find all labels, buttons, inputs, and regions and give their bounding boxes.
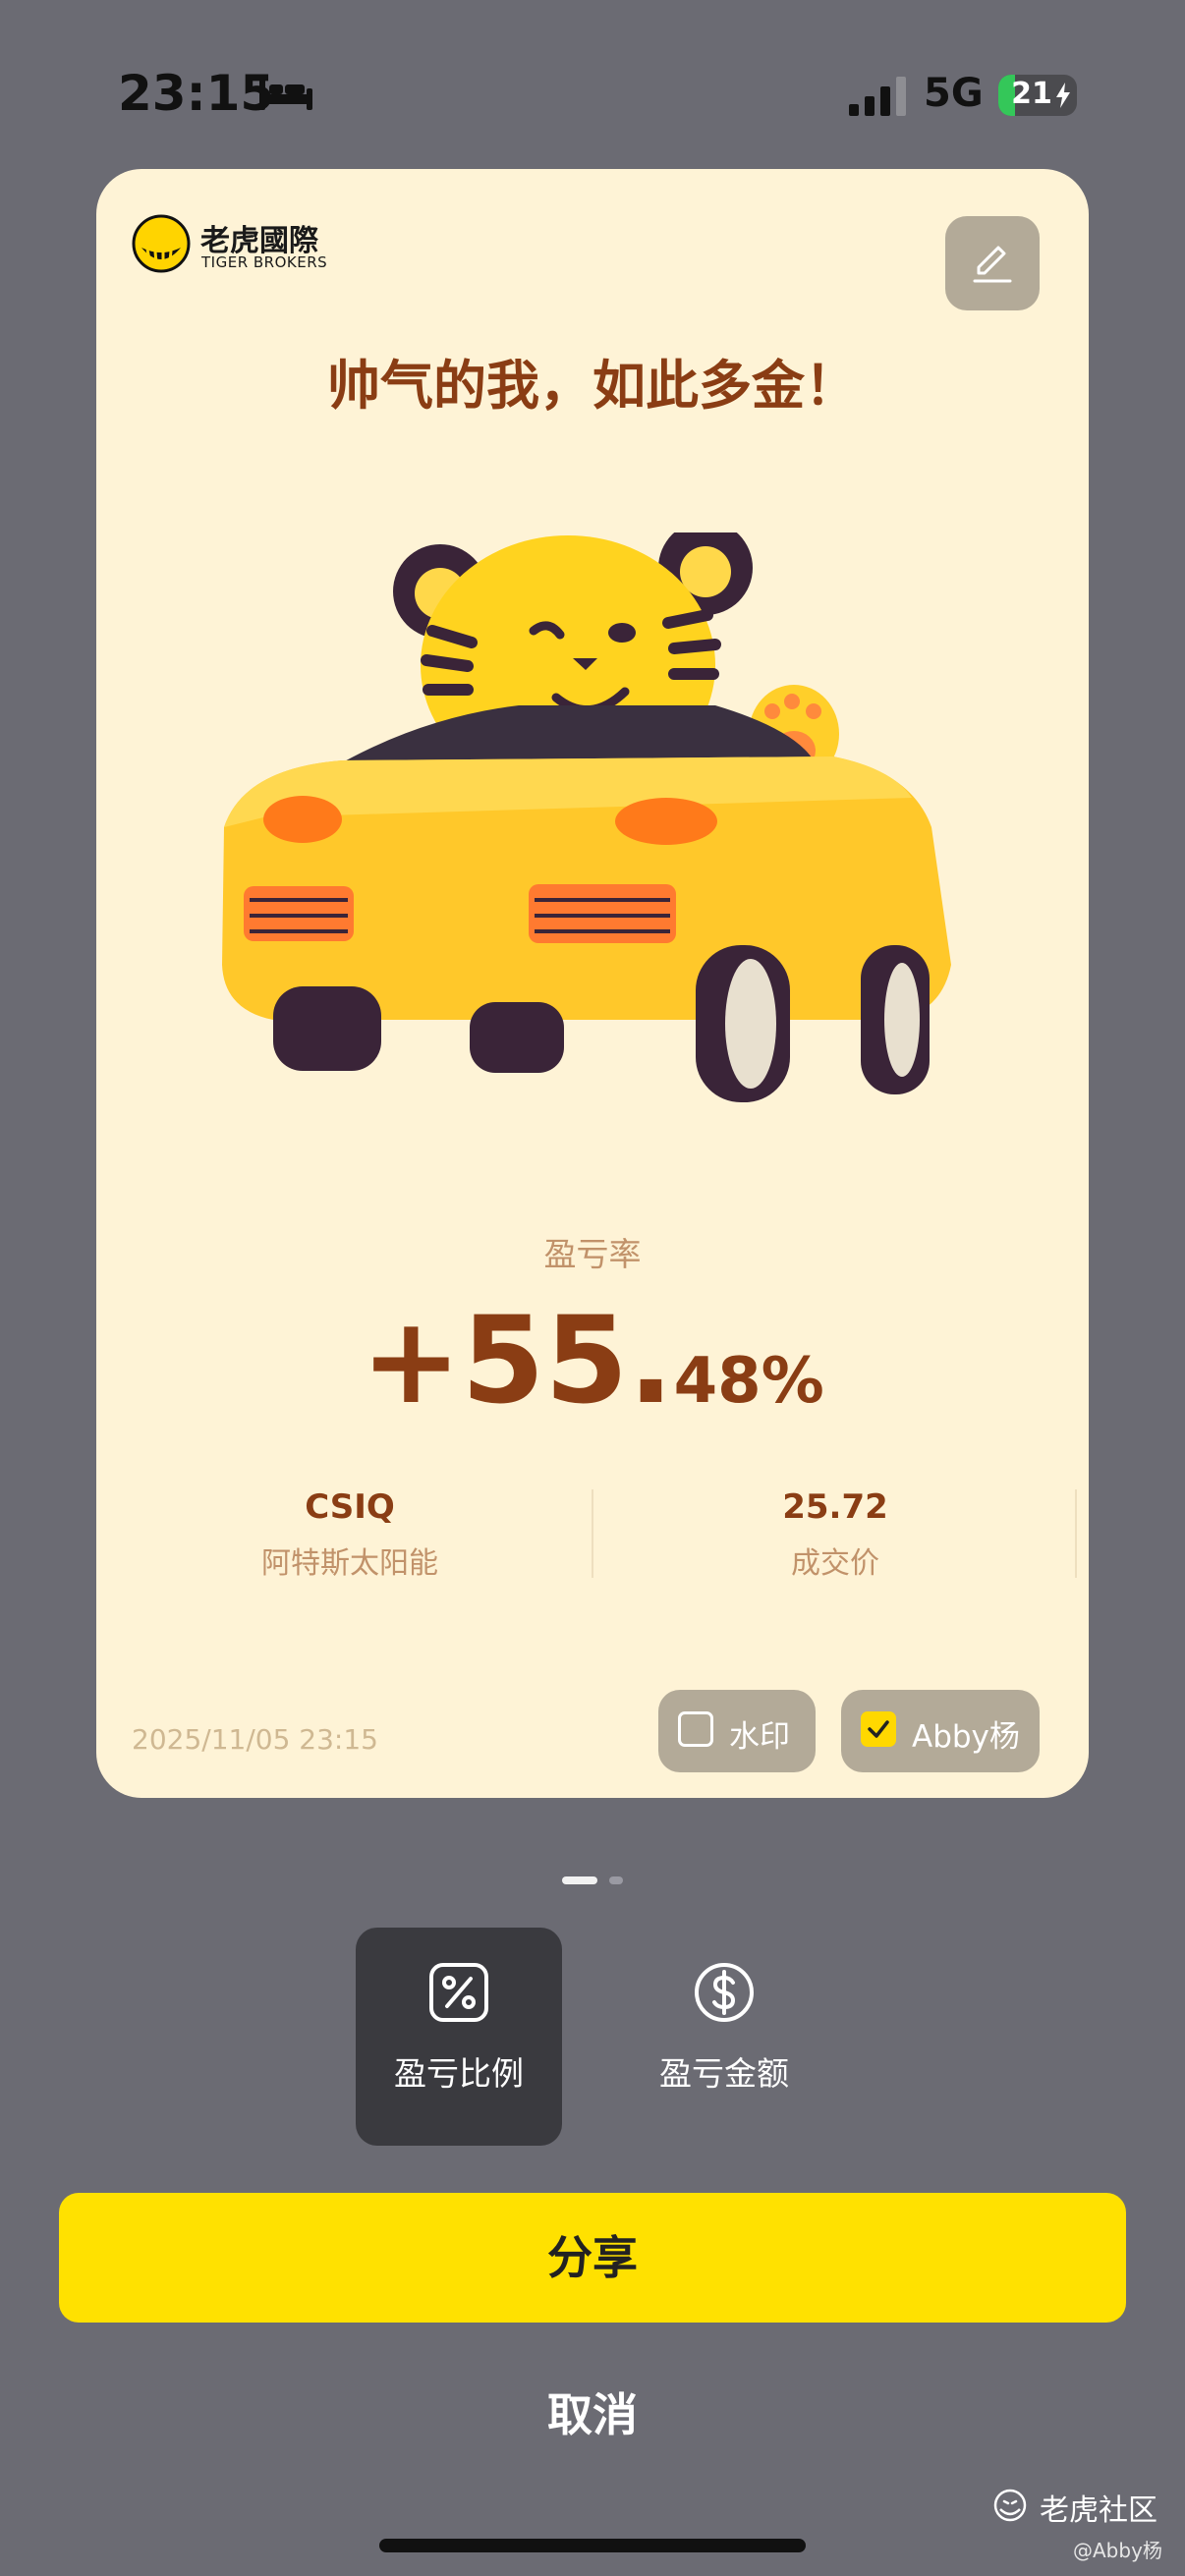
- bed-icon: [259, 79, 312, 110]
- tiger-community-icon: [993, 2489, 1027, 2522]
- profit-ratio-option[interactable]: 盈亏比例: [356, 1928, 562, 2146]
- percent-icon: [429, 1963, 488, 2022]
- trade-price: 25.72: [782, 1487, 888, 1527]
- symbol-column: CSIQ 阿特斯太阳能: [104, 1487, 595, 1582]
- profit-rate-value: +55.48%: [96, 1291, 1089, 1430]
- watermark-user: @Abby杨: [1073, 2539, 1162, 2562]
- cancel-button[interactable]: 取消: [445, 2372, 740, 2458]
- company-name: 阿特斯太阳能: [261, 1546, 438, 1581]
- trade-price-label: 成交价: [791, 1546, 879, 1581]
- card-headline: 帅气的我，如此多金！: [327, 355, 858, 417]
- price-column: 25.72 成交价: [590, 1487, 1081, 1582]
- stock-symbol: CSIQ: [305, 1487, 395, 1527]
- battery-charging-icon: 21: [998, 75, 1077, 116]
- watermark-label: 水印: [729, 1719, 790, 1755]
- tiger-logo-icon: [132, 214, 191, 273]
- profit-rate-decimal: 48%: [673, 1345, 824, 1418]
- network-label: 5G: [924, 71, 984, 116]
- profit-amount-label: 盈亏金额: [659, 2054, 789, 2093]
- home-indicator[interactable]: [379, 2539, 806, 2552]
- stats-divider: [1075, 1489, 1077, 1578]
- watermark-checkbox[interactable]: [678, 1711, 713, 1747]
- status-time: 23:15: [118, 65, 275, 122]
- profit-amount-option[interactable]: 盈亏金额: [621, 1928, 827, 2146]
- trade-date: 2025/11/05 23:15: [132, 1723, 378, 1756]
- share-card: 老虎國際 TIGER BROKERS 帅气的我，如此多金！ 盈亏率 +55.48…: [96, 169, 1089, 1798]
- community-watermark: 老虎社区: [1040, 2493, 1157, 2528]
- cellular-signal-icon: [849, 77, 906, 116]
- check-icon: [868, 1720, 889, 1738]
- profit-rate-label: 盈亏率: [543, 1235, 642, 1273]
- trade-stats: CSIQ 阿特斯太阳能 25.72 成交价: [96, 1487, 1089, 1586]
- username-toggle[interactable]: Abby杨: [841, 1690, 1040, 1772]
- username-label: Abby杨: [912, 1719, 1020, 1755]
- share-button[interactable]: 分享: [59, 2193, 1126, 2323]
- profit-ratio-label: 盈亏比例: [394, 2054, 524, 2093]
- username-checkbox[interactable]: [861, 1711, 896, 1747]
- page-indicator-active[interactable]: [562, 1876, 597, 1884]
- edit-pencil-icon: [973, 246, 1012, 283]
- dollar-circle-icon: [695, 1963, 754, 2022]
- profit-rate-main: +55.: [361, 1291, 674, 1430]
- page-indicator[interactable]: [609, 1876, 623, 1884]
- watermark-toggle[interactable]: 水印: [658, 1690, 816, 1772]
- edit-button[interactable]: [945, 216, 1040, 310]
- logo-name-en: TIGER BROKERS: [201, 253, 328, 271]
- tiger-car-illustration: [222, 532, 951, 1102]
- bolt-icon: [1056, 83, 1070, 108]
